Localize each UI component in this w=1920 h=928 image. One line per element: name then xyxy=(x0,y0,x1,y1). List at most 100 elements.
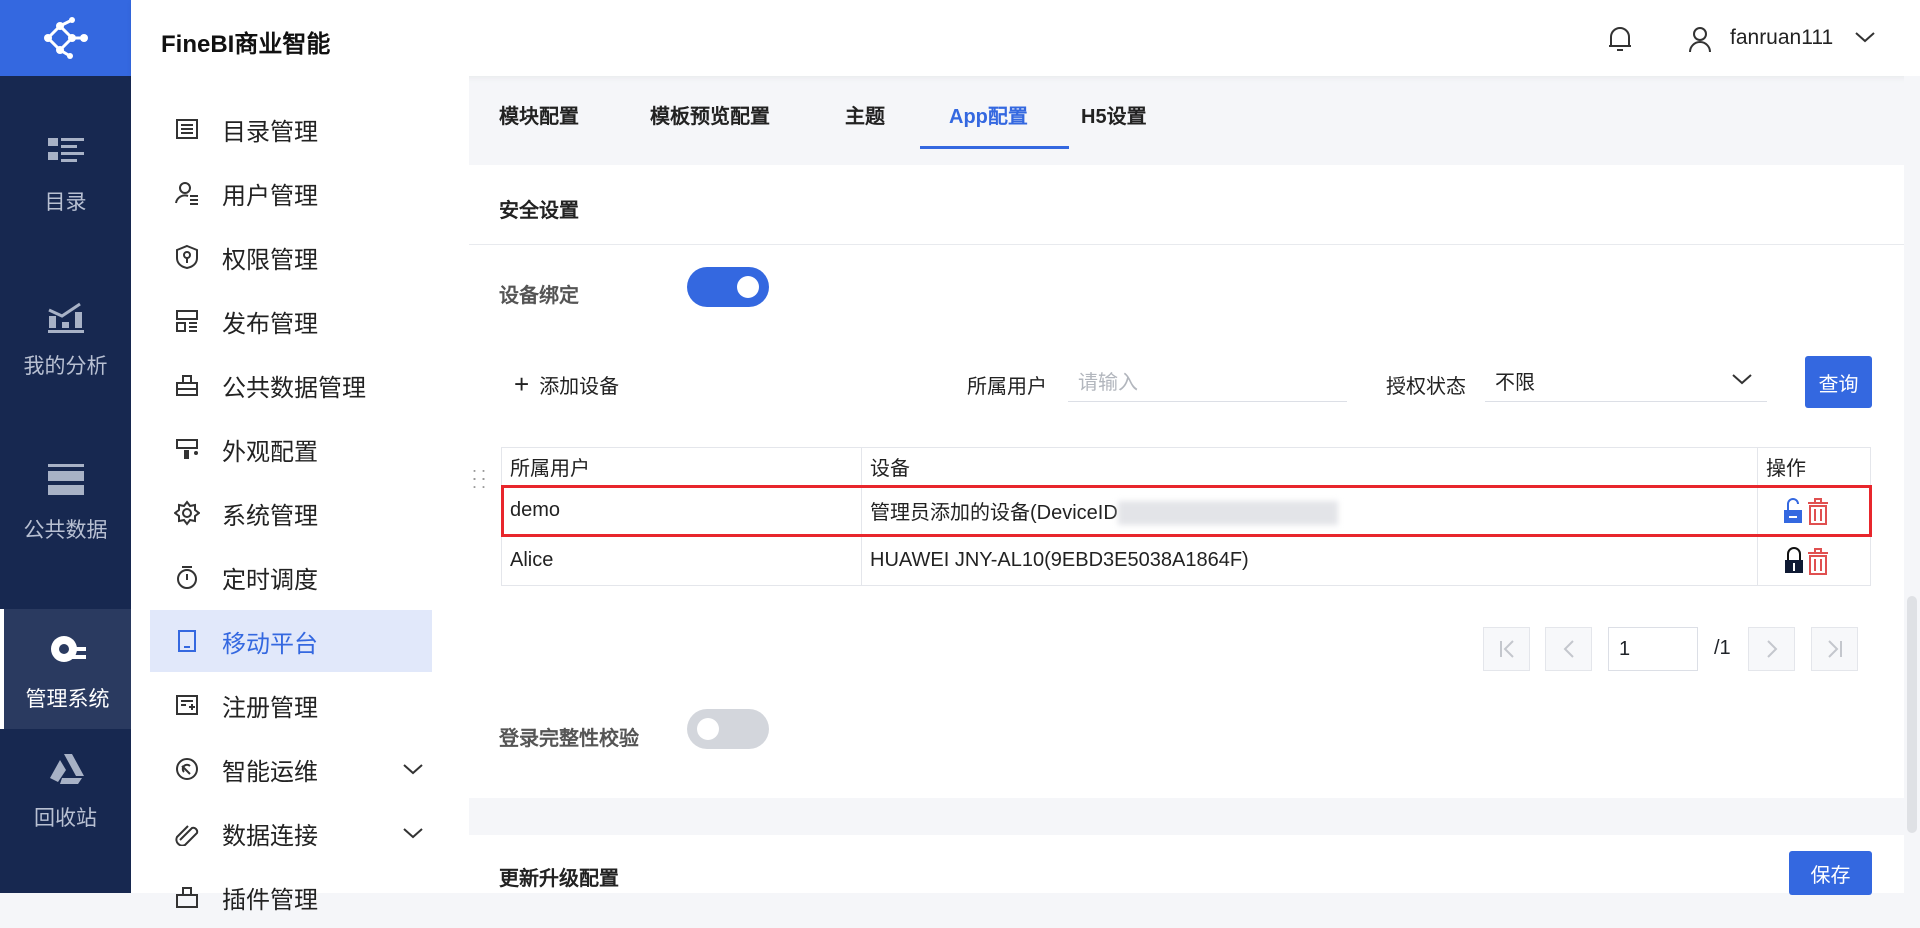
nav-item[interactable]: 系统管理 xyxy=(150,482,432,544)
user-icon xyxy=(175,182,198,205)
page-total: /1 xyxy=(1714,637,1731,659)
database-icon xyxy=(176,375,198,396)
tab-template-preview[interactable]: 模板预览配置 xyxy=(650,100,770,129)
chevron-down-icon[interactable] xyxy=(402,822,424,844)
admin-nav: 目录管理用户管理权限管理发布管理公共数据管理 外观配置 系统管理定时调度移动平台注册… xyxy=(131,76,469,914)
recycle-bin-icon xyxy=(49,754,84,784)
nav-item-label: 发布管理 xyxy=(222,310,318,338)
scrollbar[interactable] xyxy=(1904,76,1920,893)
col-actions: 操作 xyxy=(1757,447,1871,486)
divider xyxy=(469,244,1904,245)
timer-icon xyxy=(177,566,197,589)
last-page-button[interactable] xyxy=(1811,627,1858,671)
nav-item-label: 定时调度 xyxy=(222,566,318,594)
nav-item[interactable]: 权限管理 xyxy=(150,226,432,288)
cell-actions xyxy=(1757,485,1871,536)
auth-status-label: 授权状态 xyxy=(1386,376,1466,398)
rail-label: 公共数据 xyxy=(23,519,108,542)
section-title: 更新升级配置 xyxy=(499,868,619,890)
rail-item-admin[interactable]: 管理系统 xyxy=(0,609,131,729)
page-input[interactable]: 1 xyxy=(1608,627,1698,671)
login-check-toggle[interactable] xyxy=(687,709,769,749)
lock-icon[interactable] xyxy=(1782,546,1806,575)
nav-item-label: 插件管理 xyxy=(222,886,318,914)
rail-item-public-data[interactable]: 公共数据 xyxy=(0,460,131,544)
auth-status-value: 不限 xyxy=(1495,372,1535,394)
drag-handle-icon[interactable]: :::: xyxy=(472,465,490,491)
col-user: 所属用户 xyxy=(501,447,862,486)
nav-item[interactable]: 用户管理 xyxy=(150,162,432,224)
nav-item[interactable]: 目录管理 xyxy=(150,98,432,160)
last-page-icon xyxy=(1827,640,1842,658)
first-page-button[interactable] xyxy=(1483,627,1530,671)
delete-icon[interactable] xyxy=(1806,497,1830,525)
user-filter-input[interactable]: 请输入 xyxy=(1068,358,1347,402)
catalog-icon xyxy=(47,138,84,162)
register-icon xyxy=(176,695,198,715)
cell-device: HUAWEI JNY-AL10(9EBD3E5038A1864F) xyxy=(861,535,1758,586)
delete-icon[interactable] xyxy=(1806,547,1830,575)
left-rail: 目录 我的分析 公共数据 管理系统 回收站 xyxy=(0,0,131,893)
chevron-down-icon[interactable] xyxy=(1854,30,1876,44)
next-page-button[interactable] xyxy=(1748,627,1795,671)
tab-theme[interactable]: 主题 xyxy=(845,100,885,129)
rail-label: 管理系统 xyxy=(25,688,110,711)
nav-item-label: 权限管理 xyxy=(222,246,318,274)
nav-item-label: 注册管理 xyxy=(222,694,318,722)
device-binding-toggle[interactable] xyxy=(687,267,769,307)
nav-item[interactable]: 插件管理 xyxy=(150,866,432,928)
nav-item[interactable]: 数据连接 xyxy=(150,802,432,864)
app-title: FineBI商业智能 xyxy=(161,31,331,58)
section-title: 安全设置 xyxy=(499,200,579,222)
col-device: 设备 xyxy=(861,447,1758,486)
user-name[interactable]: fanruan111 xyxy=(1730,26,1833,50)
tab-h5[interactable]: H5设置 xyxy=(1081,100,1147,129)
nav-item-label: 智能运维 xyxy=(222,758,318,786)
nav-item-label: 移动平台 xyxy=(222,630,318,658)
nav-item[interactable]: 注册管理 xyxy=(150,674,432,736)
cell-user: Alice xyxy=(501,535,862,586)
nav-item[interactable]: 外观配置 xyxy=(150,418,432,480)
rail-item-my-analysis[interactable]: 我的分析 xyxy=(0,296,131,380)
auth-status-select[interactable]: 不限 xyxy=(1485,358,1767,402)
publish-icon xyxy=(176,310,198,332)
bell-icon[interactable] xyxy=(1606,24,1634,54)
first-page-icon xyxy=(1499,640,1514,658)
paint-roller-icon xyxy=(176,439,198,459)
logo[interactable] xyxy=(0,0,131,76)
chart-icon xyxy=(47,302,84,333)
chevron-right-icon xyxy=(1766,640,1777,658)
tab-bar: 模块配置 模板预览配置 主题 App配置 H5设置 xyxy=(469,76,1920,164)
database-icon xyxy=(47,464,84,495)
login-check-label: 登录完整性校验 xyxy=(499,728,639,750)
plugin-icon xyxy=(176,887,198,908)
blurred-id xyxy=(1117,501,1338,526)
user-icon xyxy=(1689,27,1711,53)
rail-label: 回收站 xyxy=(34,807,97,830)
chevron-down-icon xyxy=(1732,374,1752,385)
scrollbar-thumb[interactable] xyxy=(1907,596,1917,833)
cell-user: demo xyxy=(501,485,862,536)
nav-item[interactable]: 公共数据管理 xyxy=(150,354,432,416)
nav-item[interactable]: 移动平台 xyxy=(150,610,432,672)
nav-item-label: 目录管理 xyxy=(222,118,318,146)
prev-page-button[interactable] xyxy=(1545,627,1592,671)
nav-item[interactable]: 定时调度 xyxy=(150,546,432,608)
tab-app-config[interactable]: App配置 xyxy=(949,100,1028,129)
query-button[interactable]: 查询 xyxy=(1805,356,1872,408)
add-device-label: 添加设备 xyxy=(539,376,620,398)
tab-module[interactable]: 模块配置 xyxy=(499,100,579,129)
unlock-icon[interactable] xyxy=(1782,497,1806,525)
chevron-down-icon[interactable] xyxy=(402,758,424,780)
rail-item-recycle[interactable]: 回收站 xyxy=(0,748,131,832)
table-row: Alice HUAWEI JNY-AL10(9EBD3E5038A1864F) xyxy=(501,535,1871,586)
save-button[interactable]: 保存 xyxy=(1789,851,1872,895)
device-table: 所属用户 设备 操作 demo 管理员添加的设备(DeviceID Alice HUAW… xyxy=(500,447,1872,586)
rail-item-catalog[interactable]: 目录 xyxy=(0,132,131,216)
add-device-button[interactable]: + 添加设备 xyxy=(514,369,619,400)
nav-item-label: 用户管理 xyxy=(222,182,318,210)
nav-item[interactable]: 发布管理 xyxy=(150,290,432,352)
logo-icon xyxy=(43,17,88,59)
shield-icon xyxy=(176,244,198,270)
nav-item[interactable]: 智能运维 xyxy=(150,738,432,800)
